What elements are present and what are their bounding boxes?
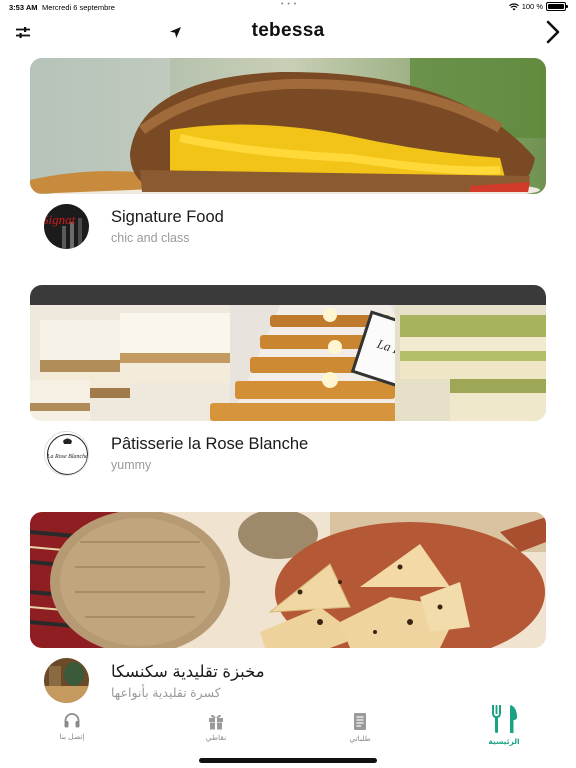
restaurant-info: La Rose Blanche Pâtisserie la Rose Blanc… — [30, 421, 546, 487]
restaurant-card[interactable]: Signat Signature Food chic and class — [30, 58, 546, 260]
restaurant-logo — [44, 658, 89, 703]
restaurant-name: مخبزة تقليدية سكنسكا — [111, 663, 265, 681]
tab-orders[interactable]: طلباتي — [315, 712, 405, 756]
gift-icon — [209, 714, 223, 730]
tab-label: إتصل بنا — [59, 732, 85, 741]
chevron-right-icon — [546, 20, 560, 44]
restaurant-tagline: chic and class — [111, 231, 190, 245]
battery-percent: 100 % — [521, 2, 543, 11]
restaurant-logo: La Rose Blanche — [44, 431, 89, 476]
restaurant-tagline: yummy — [111, 458, 152, 472]
navigation-bar: tebessa — [0, 14, 576, 50]
restaurant-card[interactable]: La Rose La Rose Blan — [30, 285, 546, 487]
wifi-icon — [508, 2, 519, 10]
multitask-dots: • • • — [281, 1, 298, 8]
restaurant-info: Signat Signature Food chic and class — [30, 194, 546, 260]
restaurant-name: Pâtisserie la Rose Blanche — [111, 435, 309, 453]
restaurant-photo[interactable]: La Rose — [30, 285, 546, 421]
restaurant-tagline: كسرة تقليدية بأنواعها — [111, 686, 221, 700]
tab-label: الرئيسية — [488, 737, 520, 746]
tab-label: طلباتي — [349, 734, 371, 743]
fork-knife-icon — [492, 705, 517, 733]
restaurant-photo[interactable] — [30, 58, 546, 194]
status-right: 100 % — [508, 2, 568, 11]
battery-icon — [546, 2, 568, 11]
page-title: tebessa — [251, 20, 325, 41]
restaurant-photo[interactable] — [30, 512, 546, 648]
status-date: Mercredi 6 septembre — [42, 3, 115, 12]
status-time: 3:53 AM — [9, 3, 38, 12]
restaurant-card[interactable]: مخبزة تقليدية سكنسكا كسرة تقليدية بأنواع… — [30, 512, 546, 704]
restaurant-feed[interactable]: Signat Signature Food chic and class La … — [0, 56, 576, 704]
home-indicator[interactable] — [199, 758, 377, 763]
forward-button[interactable] — [539, 18, 567, 46]
restaurant-info: مخبزة تقليدية سكنسكا كسرة تقليدية بأنواع… — [30, 648, 546, 704]
headset-icon — [64, 713, 80, 728]
tab-points[interactable]: نقاطي — [171, 712, 261, 756]
restaurant-logo: Signat — [44, 204, 89, 249]
status-bar: 3:53 AM Mercredi 6 septembre • • • 100 % — [0, 0, 576, 14]
receipt-icon — [354, 713, 366, 730]
restaurant-name: Signature Food — [111, 208, 224, 226]
tab-label: نقاطي — [205, 733, 227, 742]
tab-home[interactable]: الرئيسية — [459, 704, 549, 748]
logo-text: Signat — [44, 212, 76, 227]
logo-text: La Rose Blanche — [46, 454, 88, 460]
tab-contact[interactable]: إتصل بنا — [27, 712, 117, 756]
